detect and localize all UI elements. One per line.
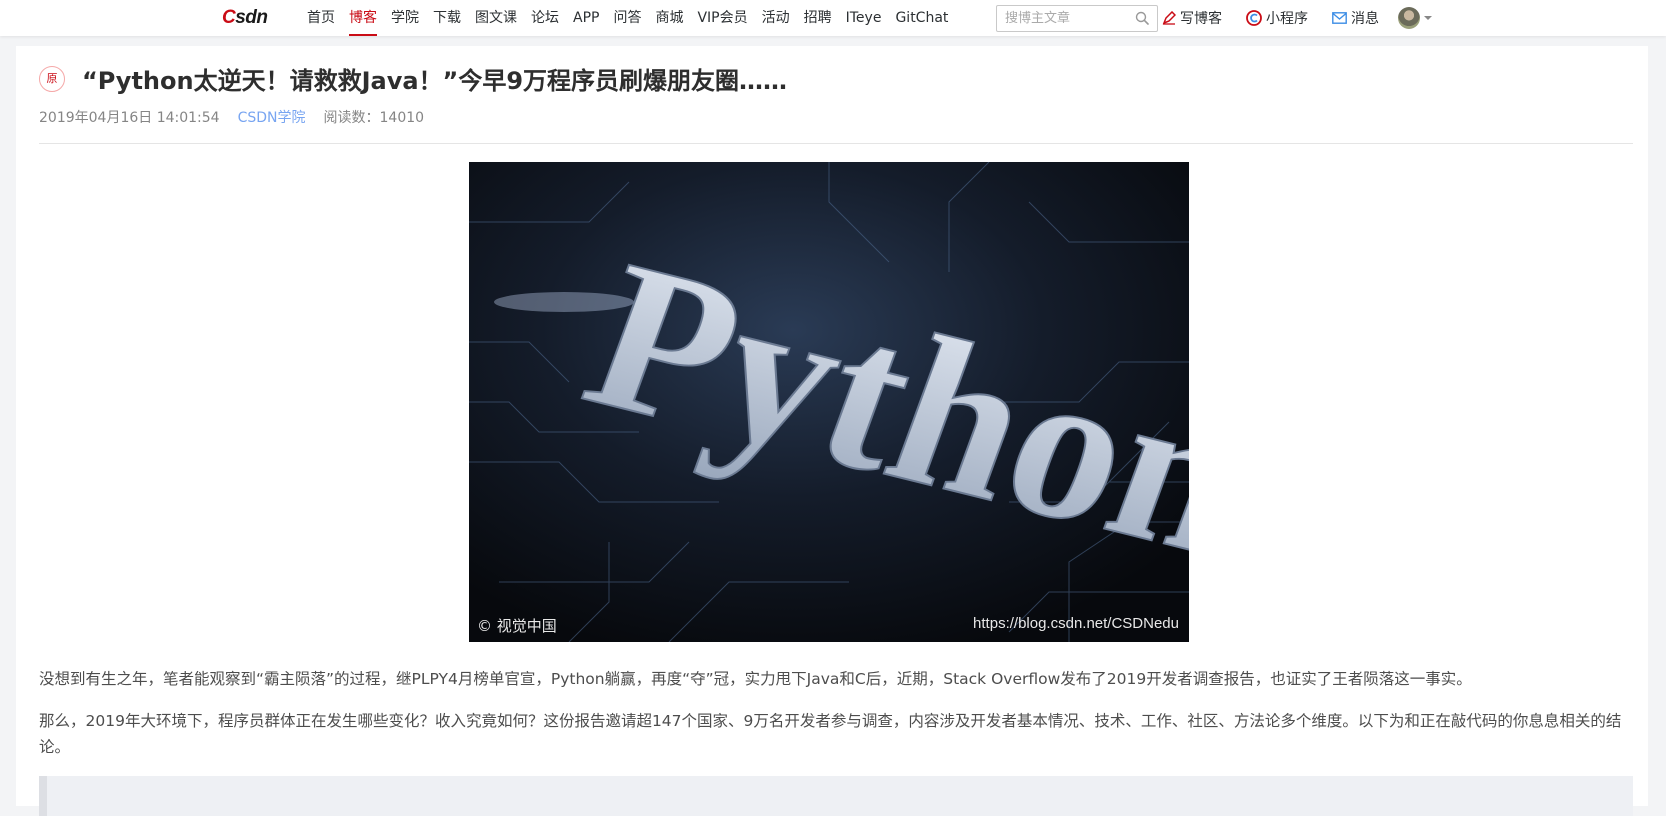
mail-icon (1332, 12, 1347, 24)
nav-item[interactable]: 论坛 (524, 0, 566, 36)
nav-item[interactable]: ITeye (839, 0, 889, 36)
nav-item[interactable]: VIP会员 (690, 0, 754, 36)
watermark-left: © 视觉中国 (477, 617, 557, 635)
article-paragraph: 那么，2019年大环境下，程序员群体正在发生哪些变化？收入究竟如何？这份报告邀请… (39, 712, 1622, 756)
publish-time: 2019年04月16日 14:01:54 (39, 110, 220, 126)
article-meta: 2019年04月16日 14:01:54 CSDN学院 阅读数：14010 (39, 108, 424, 128)
pen-icon (1162, 11, 1176, 25)
original-badge: 原 (39, 66, 65, 92)
search-input[interactable] (997, 6, 1127, 31)
search-box (996, 5, 1158, 32)
article-paragraph: 没想到有生之年，笔者能观察到“霸主陨落”的过程，继PLPY4月榜单官宣，Pyth… (39, 670, 1472, 688)
main-nav: 首页 博客 学院 下载 图文课 论坛 APP 问答 商城 VIP会员 活动 招聘 ITeye GitCha… (300, 0, 955, 36)
search-icon[interactable] (1135, 11, 1149, 25)
user-avatar[interactable] (1398, 7, 1420, 29)
mini-program-label: 小程序 (1266, 11, 1308, 27)
write-blog-label: 写博客 (1180, 11, 1222, 27)
top-navbar: Csdn 首页 博客 学院 下载 图文课 论坛 APP 问答 商城 VIP会员 活动 招聘 ITeye G… (0, 0, 1666, 36)
messages-button[interactable]: 消息 (1332, 0, 1379, 36)
nav-item[interactable]: 商城 (648, 0, 690, 36)
author-link[interactable]: CSDN学院 (238, 108, 306, 128)
divider (39, 143, 1633, 144)
nav-item[interactable]: APP (566, 0, 606, 36)
nav-item[interactable]: GitChat (888, 0, 955, 36)
article-container: 原 “Python太逆天！请救救Java！”今早9万程序员刷爆朋友圈…… 201… (16, 46, 1648, 816)
watermark-right: https://blog.csdn.net/CSDNedu (973, 615, 1179, 632)
blockquote (39, 776, 1633, 816)
chevron-down-icon[interactable] (1424, 16, 1432, 20)
nav-item[interactable]: 招聘 (797, 0, 839, 36)
article-title: “Python太逆天！请救救Java！”今早9万程序员刷爆朋友圈…… (82, 67, 788, 95)
csdn-logo[interactable]: Csdn (222, 8, 268, 28)
python-circuit-image: Python (469, 162, 1189, 642)
nav-item[interactable]: 学院 (384, 0, 426, 36)
mini-program-button[interactable]: 小程序 (1246, 0, 1308, 36)
article-image: Python © 视觉中国 https://blog.csdn.net/CSDN… (469, 162, 1189, 642)
nav-item[interactable]: 活动 (755, 0, 797, 36)
nav-item[interactable]: 下载 (426, 0, 468, 36)
nav-item[interactable]: 博客 (342, 0, 384, 36)
nav-item[interactable]: 问答 (606, 0, 648, 36)
read-count: 阅读数：14010 (323, 110, 425, 126)
nav-item[interactable]: 图文课 (468, 0, 524, 36)
write-blog-button[interactable]: 写博客 (1162, 0, 1222, 36)
nav-item[interactable]: 首页 (300, 0, 342, 36)
messages-label: 消息 (1351, 11, 1379, 27)
mini-program-icon (1246, 10, 1262, 26)
